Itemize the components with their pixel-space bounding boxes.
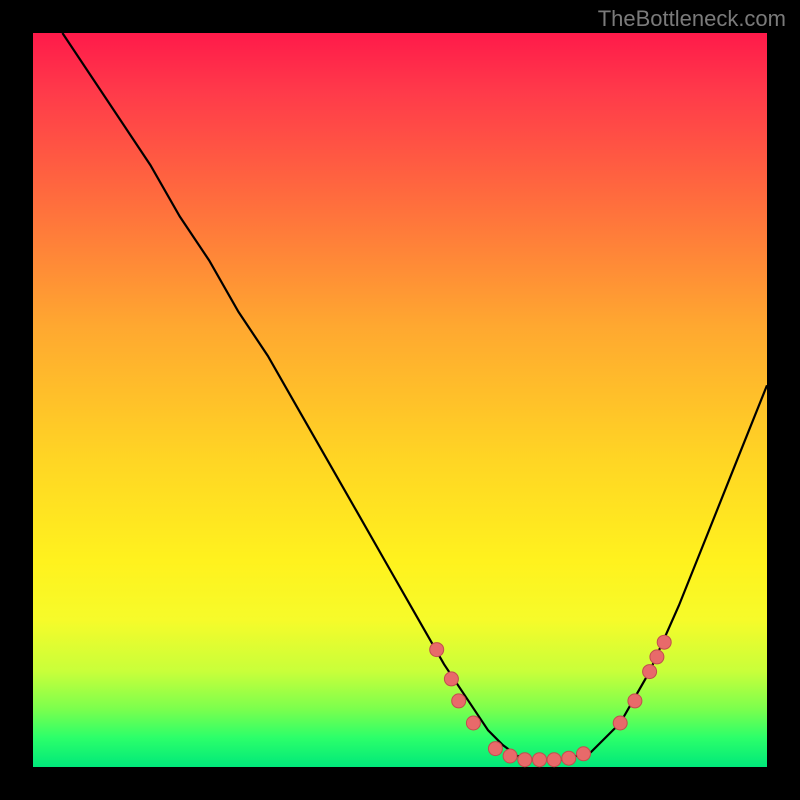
bottleneck-curve — [62, 33, 767, 760]
curve-marker — [643, 665, 657, 679]
curve-marker — [562, 751, 576, 765]
curve-marker — [533, 753, 547, 767]
curve-marker — [547, 753, 561, 767]
curve-marker — [503, 749, 517, 763]
curve-marker — [613, 716, 627, 730]
curve-marker — [650, 650, 664, 664]
curve-marker — [466, 716, 480, 730]
curve-markers — [430, 635, 672, 767]
curve-marker — [444, 672, 458, 686]
curve-marker — [488, 742, 502, 756]
gradient-plot-area — [33, 33, 767, 767]
curve-marker — [657, 635, 671, 649]
curve-marker — [518, 753, 532, 767]
curve-marker — [577, 747, 591, 761]
curve-marker — [430, 643, 444, 657]
curve-svg — [33, 33, 767, 767]
watermark-text: TheBottleneck.com — [598, 6, 786, 32]
curve-marker — [628, 694, 642, 708]
curve-marker — [452, 694, 466, 708]
